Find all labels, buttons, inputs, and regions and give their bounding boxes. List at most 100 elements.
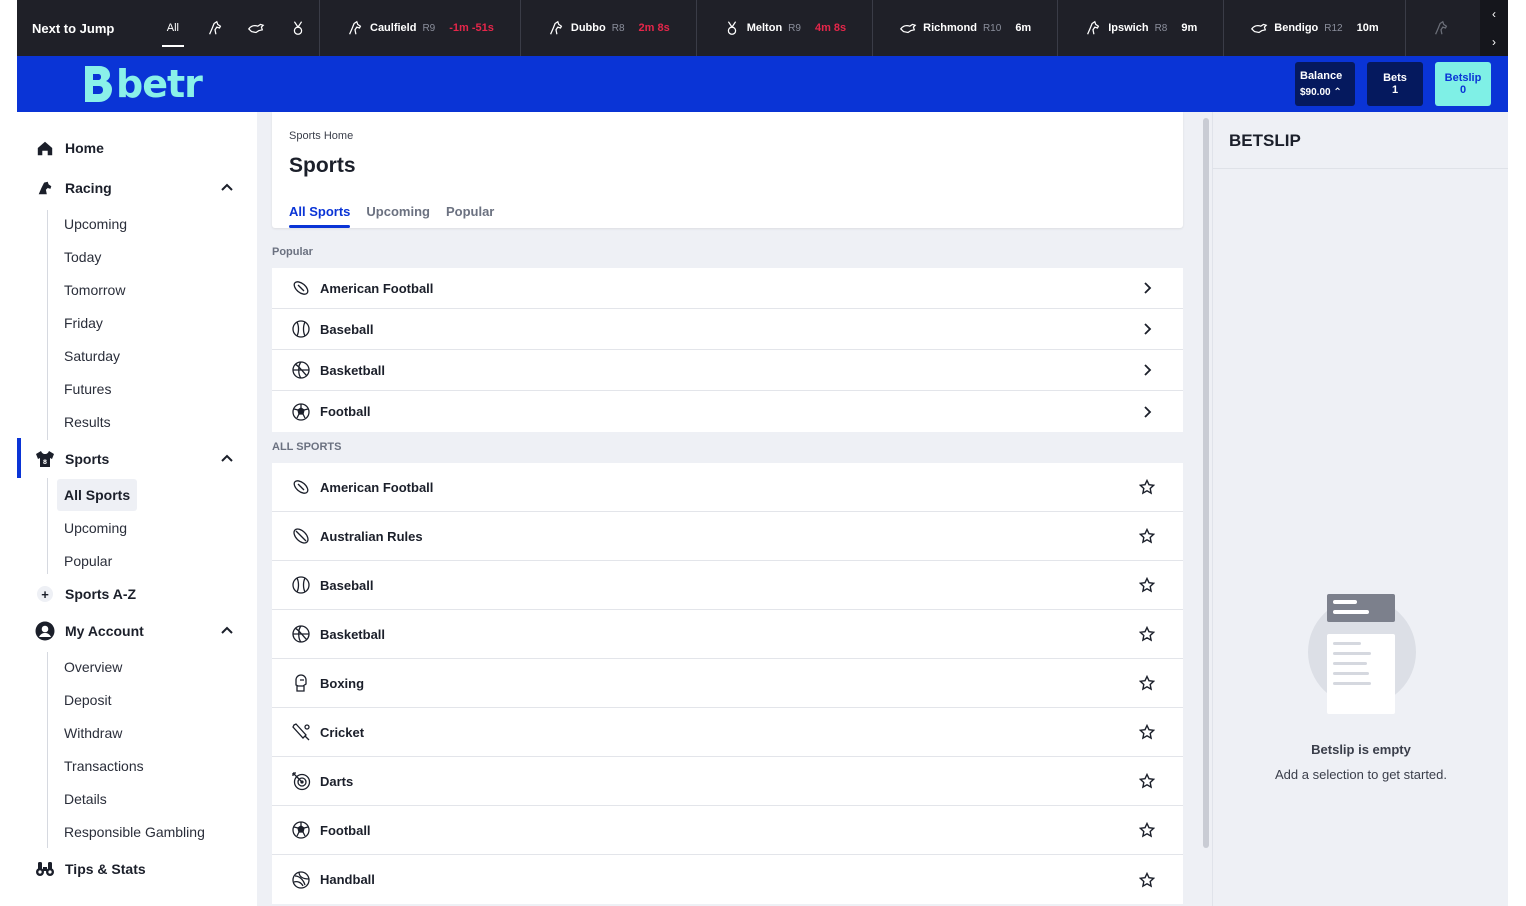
scroll-right-icon[interactable]: › bbox=[1480, 28, 1508, 56]
breadcrumb[interactable]: Sports Home bbox=[289, 130, 353, 142]
star-favourite-icon[interactable] bbox=[1139, 724, 1155, 740]
chevron-right-icon[interactable] bbox=[1139, 362, 1155, 378]
sidebar-item-home[interactable]: Home bbox=[35, 135, 235, 161]
sidebar-subitem-racing-futures[interactable]: Futures bbox=[64, 377, 111, 401]
sidebar-subitem-withdraw[interactable]: Withdraw bbox=[64, 721, 122, 745]
horse-racing-icon bbox=[1087, 20, 1100, 35]
sport-row[interactable]: Australian Rules bbox=[272, 512, 1183, 561]
bets-label: Bets bbox=[1383, 72, 1407, 84]
star-favourite-icon[interactable] bbox=[1139, 626, 1155, 642]
horse-racing-icon bbox=[549, 20, 563, 35]
popular-sport-row[interactable]: Baseball bbox=[272, 309, 1183, 350]
betr-logo-text: betr bbox=[116, 62, 203, 106]
sport-row[interactable]: Baseball bbox=[272, 561, 1183, 610]
sport-row[interactable]: Boxing bbox=[272, 659, 1183, 708]
race-item-partial[interactable] bbox=[1406, 0, 1476, 56]
next-to-jump-bar: Next to Jump All Caulfield R9 -1m -51s D… bbox=[17, 0, 1508, 56]
sidebar-subitem-overview[interactable]: Overview bbox=[64, 655, 122, 679]
race-countdown: 4m 8s bbox=[814, 22, 847, 34]
betr-logo[interactable]: betr bbox=[83, 62, 203, 106]
sidebar-subitem-deposit[interactable]: Deposit bbox=[64, 688, 111, 712]
filter-harness[interactable] bbox=[277, 0, 319, 56]
sport-row[interactable]: Basketball bbox=[272, 610, 1183, 659]
sport-row[interactable]: Handball bbox=[272, 855, 1183, 904]
sidebar-subitem-racing-friday[interactable]: Friday bbox=[64, 311, 103, 335]
betslip-button[interactable]: Betslip 0 bbox=[1435, 62, 1491, 106]
sidebar-subitem-racing-upcoming[interactable]: Upcoming bbox=[64, 212, 127, 236]
filter-all[interactable]: All bbox=[152, 0, 194, 56]
sports-header-card: Sports Home Sports All Sports Upcoming P… bbox=[272, 112, 1183, 228]
american-football-icon bbox=[293, 480, 309, 494]
sidebar-subitem-racing-tomorrow[interactable]: Tomorrow bbox=[64, 278, 125, 302]
sidebar-item-my-account[interactable]: My Account bbox=[35, 618, 235, 644]
race-item[interactable]: Dubbo R8 2m 8s bbox=[521, 0, 697, 56]
aussie-rules-icon bbox=[293, 528, 309, 544]
race-item[interactable]: Melton R9 4m 8s bbox=[697, 0, 874, 56]
star-favourite-icon[interactable] bbox=[1139, 577, 1155, 593]
filter-horse-racing[interactable] bbox=[194, 0, 236, 56]
sidebar-item-sports-az[interactable]: + Sports A-Z bbox=[35, 581, 235, 607]
filter-greyhound[interactable] bbox=[236, 0, 278, 56]
sidebar-subitem-sports-popular[interactable]: Popular bbox=[64, 549, 112, 573]
sport-name: Football bbox=[320, 404, 371, 419]
main-scrollbar-thumb[interactable] bbox=[1203, 118, 1209, 848]
sidebar-subitem-details[interactable]: Details bbox=[64, 787, 107, 811]
popular-sport-row[interactable]: Football bbox=[272, 391, 1183, 432]
popular-sport-row[interactable]: Basketball bbox=[272, 350, 1183, 391]
chevron-right-icon[interactable] bbox=[1139, 404, 1155, 420]
sidebar-item-label: Racing bbox=[65, 180, 112, 196]
chevron-up-icon[interactable] bbox=[219, 451, 235, 467]
harness-racing-icon bbox=[293, 21, 303, 35]
race-item[interactable]: Bendigo R12 10m bbox=[1224, 0, 1406, 56]
tab-upcoming[interactable]: Upcoming bbox=[366, 204, 430, 228]
star-favourite-icon[interactable] bbox=[1139, 528, 1155, 544]
race-item[interactable]: Ipswich R8 9m bbox=[1058, 0, 1225, 56]
main-content: Sports Home Sports All Sports Upcoming P… bbox=[272, 112, 1183, 906]
chevron-up-icon[interactable] bbox=[219, 180, 235, 196]
app-frame: Next to Jump All Caulfield R9 -1m -51s D… bbox=[17, 0, 1508, 906]
sidebar-item-sports[interactable]: 8 Sports bbox=[35, 446, 235, 472]
star-favourite-icon[interactable] bbox=[1139, 675, 1155, 691]
sidebar-subitem-sports-upcoming[interactable]: Upcoming bbox=[64, 516, 127, 540]
sidebar-subitem-racing-today[interactable]: Today bbox=[64, 245, 101, 269]
sport-row[interactable]: Darts bbox=[272, 757, 1183, 806]
betslip-title: BETSLIP bbox=[1229, 131, 1301, 150]
balance-value: $90.00 ⌃ bbox=[1300, 87, 1342, 98]
betslip-empty-subtitle: Add a selection to get started. bbox=[1275, 767, 1447, 782]
star-favourite-icon[interactable] bbox=[1139, 773, 1155, 789]
sidebar-subitem-responsible-gambling[interactable]: Responsible Gambling bbox=[64, 820, 205, 844]
main-scrollbar[interactable] bbox=[1200, 112, 1212, 906]
balance-button[interactable]: Balance $90.00 ⌃ bbox=[1295, 62, 1355, 106]
sidebar-subitem-racing-results[interactable]: Results bbox=[64, 410, 111, 434]
sidebar-item-racing[interactable]: Racing bbox=[35, 175, 235, 201]
race-venue: Richmond bbox=[923, 22, 977, 34]
site-header: betr Balance $90.00 ⌃ Bets 1 Betslip 0 bbox=[17, 56, 1508, 112]
star-favourite-icon[interactable] bbox=[1139, 822, 1155, 838]
chevron-right-icon[interactable] bbox=[1139, 321, 1155, 337]
sport-row[interactable]: Cricket bbox=[272, 708, 1183, 757]
chevron-right-icon[interactable] bbox=[1139, 280, 1155, 296]
all-sports-section-label: ALL SPORTS bbox=[272, 441, 342, 453]
star-favourite-icon[interactable] bbox=[1139, 871, 1155, 888]
baseball-icon bbox=[292, 320, 310, 338]
sidebar-subitem-racing-saturday[interactable]: Saturday bbox=[64, 344, 120, 368]
tab-all-sports[interactable]: All Sports bbox=[289, 204, 351, 228]
sidebar-item-label: Home bbox=[65, 140, 104, 156]
sports-tabs: All Sports Upcoming Popular bbox=[289, 204, 494, 228]
sidebar-subitem-transactions[interactable]: Transactions bbox=[64, 754, 144, 778]
sport-name: American Football bbox=[320, 280, 434, 296]
popular-sport-row[interactable]: American Football bbox=[272, 268, 1183, 309]
tab-popular[interactable]: Popular bbox=[446, 204, 494, 228]
sidebar-subitem-all-sports[interactable]: All Sports bbox=[57, 479, 138, 511]
sidebar-item-tips-stats[interactable]: Tips & Stats bbox=[35, 856, 235, 882]
sport-row[interactable]: American Football bbox=[272, 463, 1183, 512]
scroll-left-icon[interactable]: ‹ bbox=[1480, 0, 1508, 28]
race-item[interactable]: Richmond R10 6m bbox=[873, 0, 1059, 56]
bets-button[interactable]: Bets 1 bbox=[1367, 62, 1423, 106]
race-item[interactable]: Caulfield R9 -1m -51s bbox=[320, 0, 521, 56]
chevron-up-icon[interactable] bbox=[219, 623, 235, 639]
sport-row[interactable]: Football bbox=[272, 806, 1183, 855]
sidebar-nav: Home Racing Upcoming Today Tomorrow Frid… bbox=[17, 112, 257, 906]
star-favourite-icon[interactable] bbox=[1139, 479, 1155, 495]
baseball-icon bbox=[292, 576, 310, 594]
